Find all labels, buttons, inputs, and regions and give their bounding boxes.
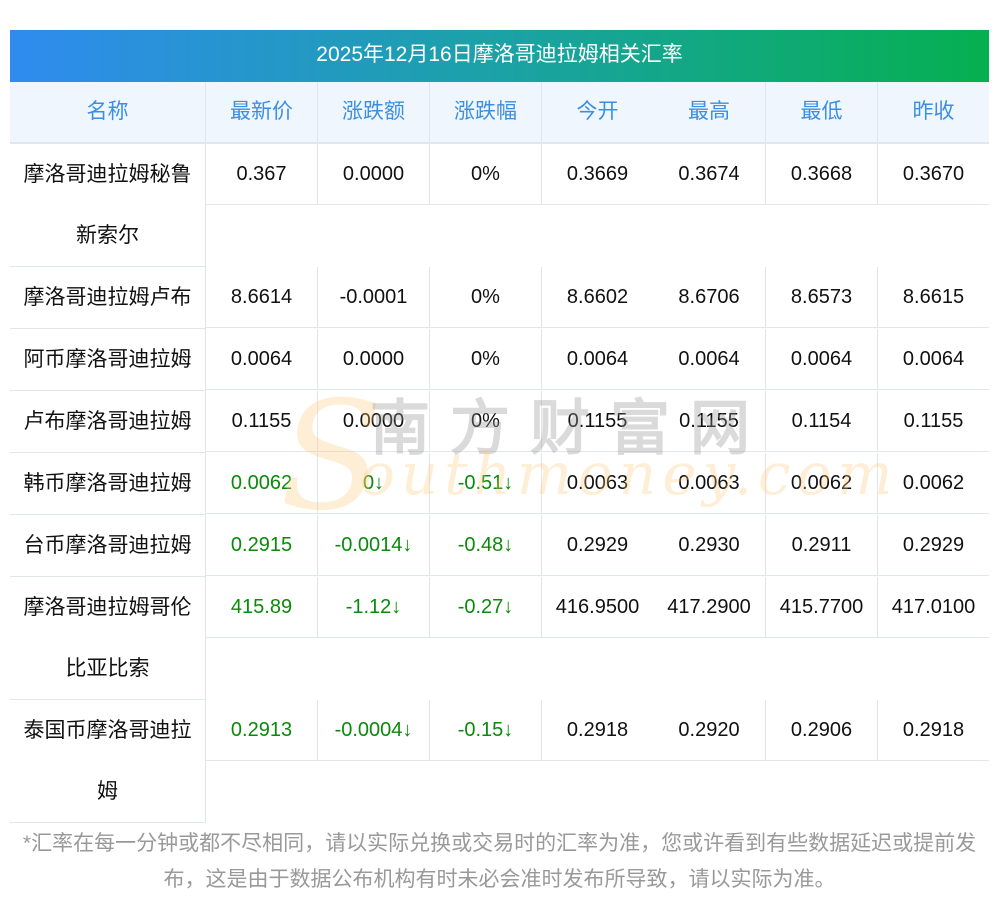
table-row: 摩洛哥迪拉姆秘鲁新索尔 0.367 0.0000 0% 0.3669 0.3674 0.36… xyxy=(10,144,989,267)
row-values: 0.0064 0.0000 0% 0.0064 0.0064 0.0064 0.0064 xyxy=(206,329,989,390)
value-cell: -0.27↓ xyxy=(429,577,541,637)
value-cell: 0.2929 xyxy=(877,515,989,575)
header-cell: 最低 xyxy=(765,82,877,142)
value-cell: 0% xyxy=(429,391,541,451)
value-cell: 0.0062 xyxy=(877,453,989,513)
row-values: 0.1155 0.0000 0% 0.1155 0.1155 0.1154 0.1155 xyxy=(206,391,989,452)
currency-pair-name[interactable]: 韩币摩洛哥迪拉姆 xyxy=(10,453,206,515)
table-row: 摩洛哥迪拉姆卢布 8.6614 -0.0001 0% 8.6602 8.6706 8.657… xyxy=(10,267,989,329)
value-cell: 0.0063 xyxy=(678,472,740,494)
value-cell: 0.2915 xyxy=(230,534,293,556)
value-cell: 415.7700 xyxy=(765,577,877,637)
value-cell: 0.0064 xyxy=(765,329,877,389)
value-cell: 0.2918 xyxy=(541,700,653,760)
table-row: 台币摩洛哥迪拉姆 0.2915 -0.0014↓ -0.48↓ 0.2929 0.2930… xyxy=(10,515,989,577)
header-cell: 名称 xyxy=(86,100,129,123)
value-cell: -0.0004↓ xyxy=(317,700,429,760)
row-values: 0.2915 -0.0014↓ -0.48↓ 0.2929 0.2930 0.2911 0.… xyxy=(206,515,989,576)
value-cell: 0.0000 xyxy=(317,329,429,389)
value-cell: 0.2913 xyxy=(230,719,293,741)
currency-pair-name[interactable]: 泰国币摩洛哥迪拉姆 xyxy=(10,700,206,823)
table-row: 摩洛哥迪拉姆哥伦比亚比索 415.89 -1.12↓ -0.27↓ 416.9500 41… xyxy=(10,577,989,700)
value-cell: 0.2906 xyxy=(765,700,877,760)
value-cell: -0.0001 xyxy=(317,267,429,327)
value-cell: -1.12↓ xyxy=(317,577,429,637)
value-cell: 0.0064 xyxy=(678,348,740,370)
table-body: 摩洛哥迪拉姆秘鲁新索尔 0.367 0.0000 0% 0.3669 0.3674 0.36… xyxy=(10,144,989,823)
table-row: 阿币摩洛哥迪拉姆 0.0064 0.0000 0% 0.0064 0.0064 0.0064… xyxy=(10,329,989,391)
value-cell: 0.0062 xyxy=(765,453,877,513)
value-cell: 0.0000 xyxy=(317,391,429,451)
value-cell: 0.367 xyxy=(236,163,287,185)
value-cell: 0.0064 xyxy=(877,329,989,389)
value-cell: 0.3669 xyxy=(541,144,653,204)
value-cell: 0.2920 xyxy=(678,719,740,741)
disclaimer-note: *汇率在每一分钟或都不尽相同，请以实际兑换或交易时的汇率为准，您或许看到有些数据… xyxy=(22,832,977,891)
value-cell: 0% xyxy=(429,144,541,204)
row-values: 415.89 -1.12↓ -0.27↓ 416.9500 417.2900 415.77… xyxy=(206,577,989,638)
header-cell: 涨跌额 xyxy=(317,82,429,142)
value-cell: 0.2918 xyxy=(877,700,989,760)
currency-pair-name[interactable]: 摩洛哥迪拉姆秘鲁新索尔 xyxy=(10,144,206,267)
value-cell: -0.15↓ xyxy=(429,700,541,760)
row-values: 0.0062 0↓ -0.51↓ 0.0063 0.0063 0.0062 0.0062 xyxy=(206,453,989,514)
value-cell: 416.9500 xyxy=(541,577,653,637)
header-cell: 昨收 xyxy=(877,82,989,142)
value-cell: 0.1155 xyxy=(231,410,292,432)
table-title: 2025年12月16日摩洛哥迪拉姆相关汇率 xyxy=(10,30,989,82)
header-cell: 涨跌幅 xyxy=(429,82,541,142)
value-cell: 0% xyxy=(429,267,541,327)
value-cell: 0.1155 xyxy=(679,410,739,432)
value-cell: 8.6602 xyxy=(541,267,653,327)
header-cell: 最高 xyxy=(688,100,730,123)
value-cell: 0.2929 xyxy=(541,515,653,575)
value-cell: 0.3674 xyxy=(678,163,740,185)
value-cell: 0.1155 xyxy=(541,391,653,451)
row-values: 0.2913 -0.0004↓ -0.15↓ 0.2918 0.2920 0.2906 0.… xyxy=(206,700,989,761)
value-cell: 0.0063 xyxy=(541,453,653,513)
table-row: 韩币摩洛哥迪拉姆 0.0062 0↓ -0.51↓ 0.0063 0.0063 0.0062… xyxy=(10,453,989,515)
currency-pair-name[interactable]: 摩洛哥迪拉姆卢布 xyxy=(10,267,206,329)
value-cell: 0.1154 xyxy=(765,391,877,451)
table-row: 泰国币摩洛哥迪拉姆 0.2913 -0.0004↓ -0.15↓ 0.2918 0.292… xyxy=(10,700,989,823)
value-cell: 0.1155 xyxy=(877,391,989,451)
rate-table: 2025年12月16日摩洛哥迪拉姆相关汇率 名称 最新价 涨跌额 涨跌幅 今开 最高 最低昨… xyxy=(10,30,989,823)
currency-pair-name[interactable]: 卢布摩洛哥迪拉姆 xyxy=(10,391,206,453)
value-cell: -0.48↓ xyxy=(429,515,541,575)
value-cell: 8.6615 xyxy=(877,267,989,327)
value-cell: 0.0064 xyxy=(230,348,293,370)
value-cell: -0.0014↓ xyxy=(317,515,429,575)
value-cell: 0.2911 xyxy=(765,515,877,575)
value-cell: 0↓ xyxy=(317,453,429,513)
value-cell: 0.3670 xyxy=(877,144,989,204)
currency-pair-name[interactable]: 台币摩洛哥迪拉姆 xyxy=(10,515,206,577)
row-values: 8.6614 -0.0001 0% 8.6602 8.6706 8.6573 8.6615 xyxy=(206,267,989,328)
value-cell: 417.0100 xyxy=(877,577,989,637)
value-cell: 0.0000 xyxy=(317,144,429,204)
value-cell: 417.2900 xyxy=(667,596,751,618)
value-cell: 0.3668 xyxy=(765,144,877,204)
currency-pair-name[interactable]: 摩洛哥迪拉姆哥伦比亚比索 xyxy=(10,577,206,700)
value-cell: 0.2930 xyxy=(678,534,740,556)
value-cell: -0.51↓ xyxy=(429,453,541,513)
value-cell: 8.6614 xyxy=(230,286,293,308)
header-cell: 最新价 xyxy=(205,82,317,142)
value-cell: 0.0064 xyxy=(541,329,653,389)
value-cell: 415.89 xyxy=(230,596,293,618)
value-cell: 8.6573 xyxy=(765,267,877,327)
currency-pair-name[interactable]: 阿币摩洛哥迪拉姆 xyxy=(10,329,206,391)
table-row: 卢布摩洛哥迪拉姆 0.1155 0.0000 0% 0.1155 0.1155 0.1154… xyxy=(10,391,989,453)
value-cell: 0% xyxy=(429,329,541,389)
value-cell: 8.6706 xyxy=(678,286,740,308)
header-row: 名称 最新价 涨跌额 涨跌幅 今开 最高 最低 昨收 xyxy=(10,82,989,144)
header-cell: 今开 xyxy=(541,82,653,142)
row-values: 0.367 0.0000 0% 0.3669 0.3674 0.3668 0.3670 xyxy=(206,144,989,205)
value-cell: 0.0062 xyxy=(230,472,293,494)
